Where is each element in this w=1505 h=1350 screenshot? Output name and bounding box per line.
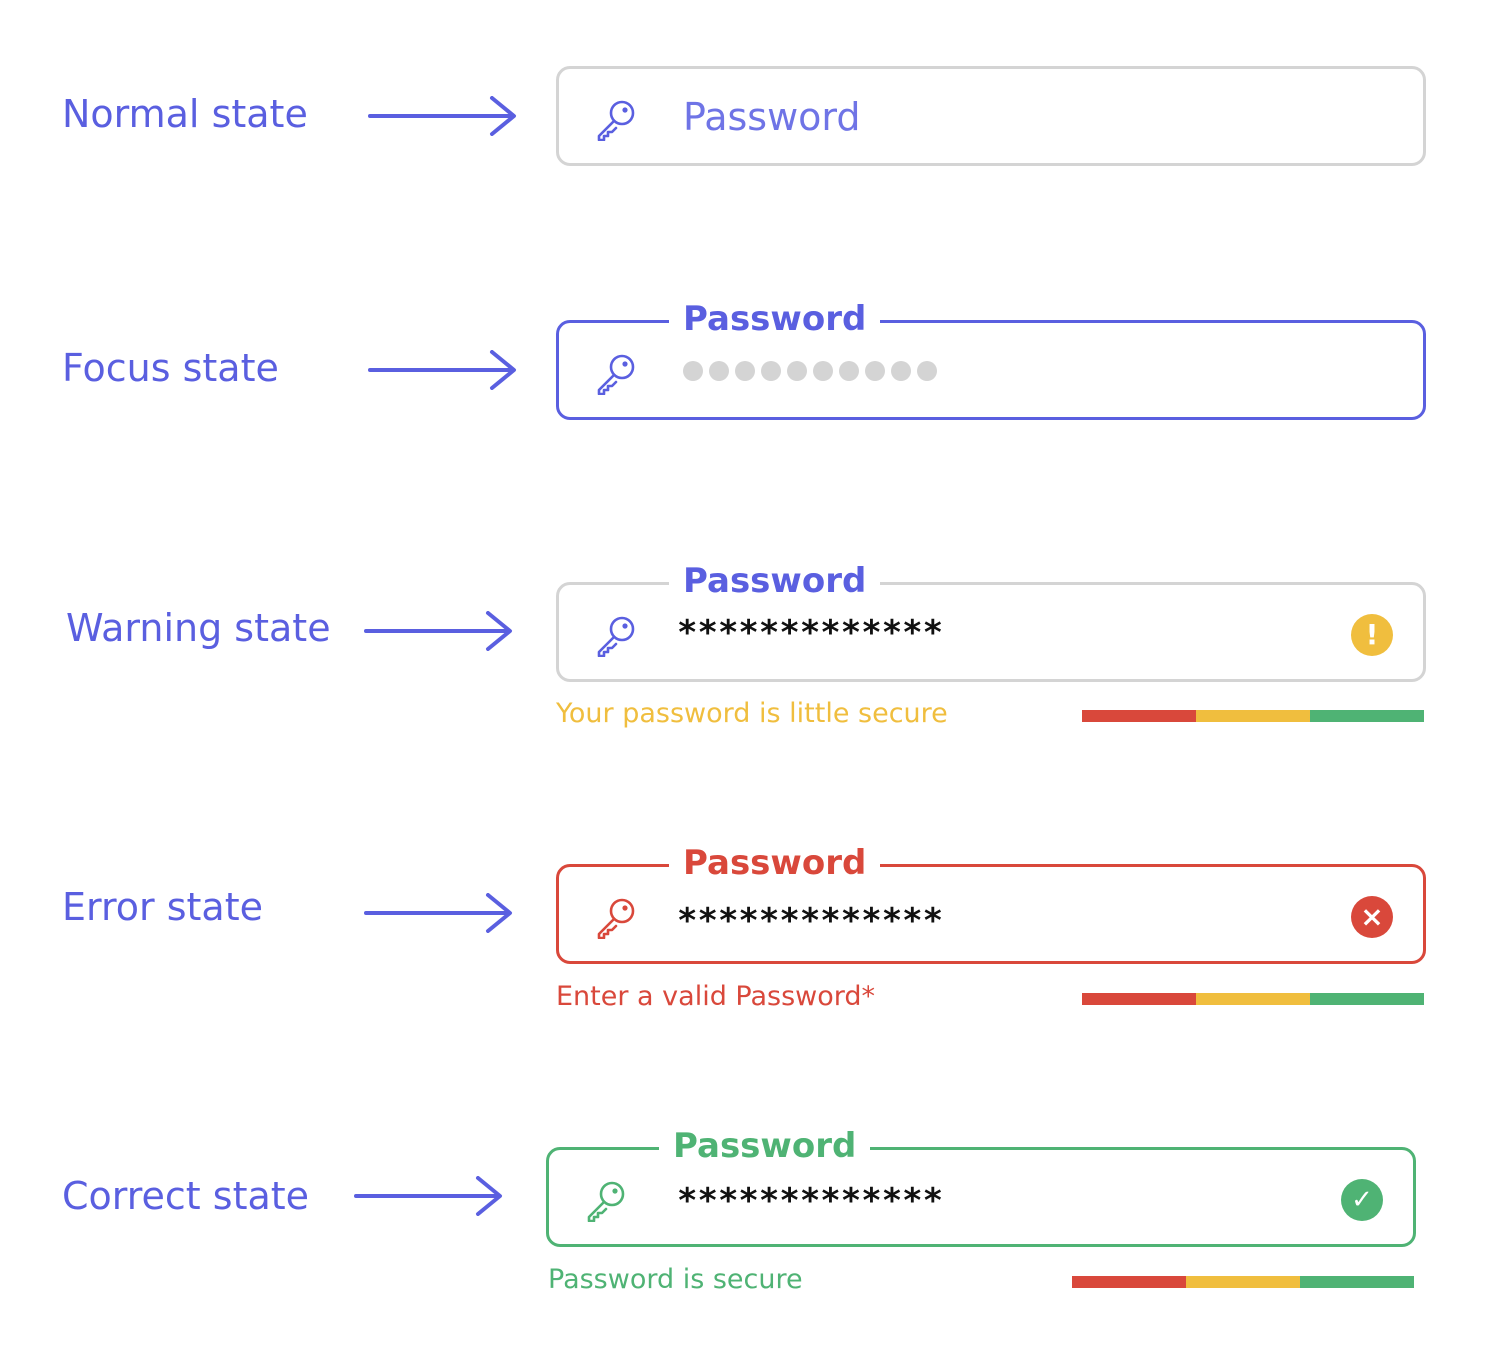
mask-dot [787, 361, 807, 381]
state-label-normal: Normal state [62, 92, 308, 136]
mask-dot [839, 361, 859, 381]
mask-dot [735, 361, 755, 381]
strength-segment-weak [1072, 1276, 1186, 1288]
password-field-normal[interactable]: Password [556, 66, 1426, 166]
password-value: ************* [677, 901, 944, 941]
strength-meter [1072, 1276, 1414, 1288]
field-label: Password [669, 841, 881, 885]
helper-text-error: Enter a valid Password* [556, 981, 876, 1012]
strength-segment-medium [1196, 710, 1310, 722]
mask-dot [813, 361, 833, 381]
strength-meter [1082, 993, 1424, 1005]
key-icon [587, 1181, 625, 1222]
strength-segment-strong [1310, 710, 1424, 722]
mask-dot [865, 361, 885, 381]
helper-text-correct: Password is secure [548, 1264, 803, 1295]
mask-dot [761, 361, 781, 381]
mask-dot [917, 361, 937, 381]
field-label: Password [669, 559, 881, 603]
key-icon [597, 100, 635, 141]
strength-segment-weak [1082, 993, 1196, 1005]
field-label: Password [659, 1124, 871, 1168]
password-field-error[interactable]: Password ************* × [556, 841, 1426, 964]
strength-segment-medium [1196, 993, 1310, 1005]
arrow-right-icon [364, 611, 512, 651]
arrow-right-icon [354, 1176, 502, 1216]
strength-segment-strong [1310, 993, 1424, 1005]
mask-dot [709, 361, 729, 381]
strength-segment-weak [1082, 710, 1196, 722]
arrow-right-icon [364, 893, 512, 933]
masked-password-dots [683, 361, 937, 381]
field-label: Password [669, 297, 881, 341]
password-value: ************* [677, 613, 944, 653]
mask-dot [683, 361, 703, 381]
password-field-warning[interactable]: Password ************* ! [556, 559, 1426, 682]
helper-text-warning: Your password is little secure [556, 698, 948, 729]
mask-dot [891, 361, 911, 381]
close-icon: × [1351, 896, 1393, 938]
key-icon [597, 898, 635, 939]
strength-segment-strong [1300, 1276, 1414, 1288]
state-label-correct: Correct state [62, 1174, 310, 1218]
strength-segment-medium [1186, 1276, 1300, 1288]
password-value: ************* [677, 1181, 944, 1221]
exclamation-icon: ! [1351, 614, 1393, 656]
key-icon [597, 616, 635, 657]
strength-meter [1082, 710, 1424, 722]
password-field-correct[interactable]: Password ************* ✓ [546, 1124, 1416, 1247]
state-label-warning: Warning state [66, 606, 331, 650]
state-label-error: Error state [62, 885, 263, 929]
password-placeholder: Password [683, 95, 861, 139]
arrow-right-icon [368, 96, 516, 136]
state-label-focus: Focus state [62, 346, 279, 390]
key-icon [597, 354, 635, 395]
arrow-right-icon [368, 350, 516, 390]
check-icon: ✓ [1341, 1179, 1383, 1221]
password-field-focus[interactable]: Password [556, 297, 1426, 420]
